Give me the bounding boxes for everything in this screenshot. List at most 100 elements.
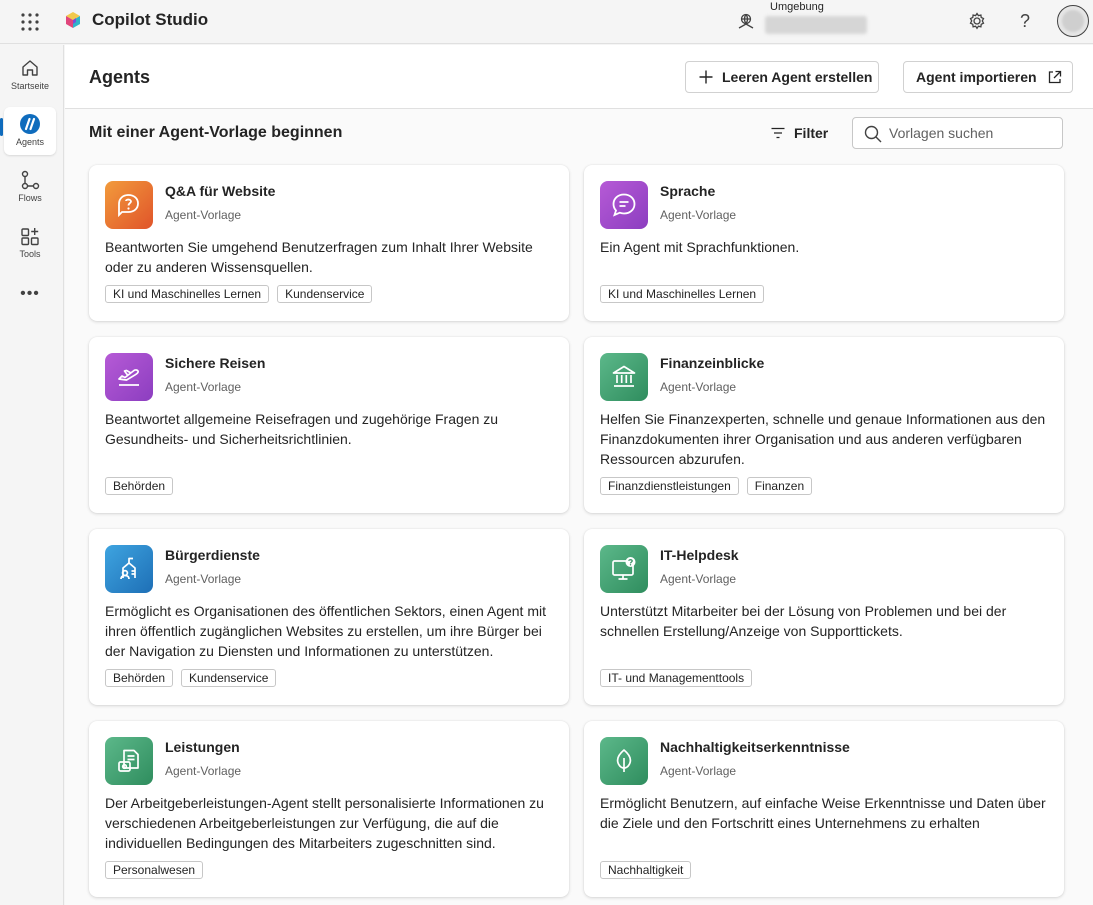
page-title: Agents: [89, 67, 151, 87]
create-empty-agent-button[interactable]: Leeren Agent erstellen: [685, 61, 879, 93]
search-icon: [864, 125, 882, 143]
filter-label: Filter: [794, 125, 829, 141]
template-search-box[interactable]: [852, 117, 1063, 149]
card-title: IT-Helpdesk: [660, 547, 739, 563]
app-launcher-icon[interactable]: [20, 12, 40, 32]
card-tags: KI und Maschinelles Lernen Kundenservice: [105, 285, 373, 303]
card-tags: Nachhaltigkeit: [600, 861, 692, 879]
rail-item-agents[interactable]: Agents: [4, 107, 56, 155]
rail-label: Flows: [18, 193, 42, 203]
rail-item-tools[interactable]: Tools: [4, 219, 56, 267]
tag: Behörden: [105, 477, 174, 495]
environment-icon[interactable]: [737, 12, 755, 30]
card-description: Ermöglicht es Organisationen des öffentl…: [105, 603, 546, 659]
monitor-help-icon: [600, 545, 648, 593]
environment-selector[interactable]: [765, 16, 867, 34]
card-title: Nachhaltigkeitserkenntnisse: [660, 739, 850, 755]
create-empty-agent-label: Leeren Agent erstellen: [722, 69, 873, 85]
tag: IT- und Managementtools: [600, 669, 753, 687]
card-description: Ermöglicht Benutzern, auf einfache Weise…: [600, 795, 1046, 831]
import-agent-label: Agent importieren: [916, 69, 1037, 85]
import-agent-button[interactable]: Agent importieren: [903, 61, 1073, 93]
tag: KI und Maschinelles Lernen: [600, 285, 765, 303]
card-subtitle: Agent-Vorlage: [165, 380, 242, 394]
card-title: Bürgerdienste: [165, 547, 260, 563]
rail-label: Startseite: [10, 81, 50, 91]
help-icon[interactable]: ?: [1014, 10, 1036, 32]
card-title: Q&A für Website: [165, 183, 276, 199]
section-title: Mit einer Agent-Vorlage beginnen: [89, 124, 343, 141]
card-description: Der Arbeitgeberleistungen-Agent stellt p…: [105, 795, 544, 851]
leaf-icon: [600, 737, 648, 785]
tag: Finanzdienstleistungen: [600, 477, 739, 495]
active-indicator: [0, 118, 3, 136]
tag: Kundenservice: [277, 285, 373, 303]
open-external-icon: [1048, 70, 1061, 83]
card-subtitle: Agent-Vorlage: [660, 208, 737, 222]
filter-button[interactable]: Filter: [770, 125, 828, 141]
card-tags: Personalwesen: [105, 861, 204, 879]
card-description: Beantworten Sie umgehend Benutzerfragen …: [105, 239, 533, 275]
card-title: Finanzeinblicke: [660, 355, 765, 371]
tag: KI und Maschinelles Lernen: [105, 285, 270, 303]
more-options-icon[interactable]: •••: [16, 285, 44, 303]
search-input[interactable]: [889, 122, 1057, 144]
user-avatar[interactable]: [1057, 5, 1089, 37]
rail-label: Tools: [19, 249, 41, 259]
card-tags: IT- und Managementtools: [600, 669, 753, 687]
airplane-icon: [105, 353, 153, 401]
card-description: Unterstützt Mitarbeiter bei der Lösung v…: [600, 603, 1007, 639]
card-title: Leistungen: [165, 739, 240, 755]
qna-chat-icon: [105, 181, 153, 229]
card-tags: Behörden: [105, 477, 174, 495]
card-subtitle: Agent-Vorlage: [165, 764, 242, 778]
settings-gear-icon[interactable]: [966, 10, 988, 32]
template-card-qna[interactable]: Q&A für Website Agent-Vorlage Beantworte…: [89, 165, 569, 321]
tag: Kundenservice: [181, 669, 277, 687]
left-navigation-rail: Startseite Agents Flows Tools •••: [0, 45, 64, 905]
home-icon: [22, 60, 38, 76]
app-title: Copilot Studio: [92, 10, 209, 29]
card-subtitle: Agent-Vorlage: [660, 572, 737, 586]
plus-icon: [699, 70, 713, 84]
card-subtitle: Agent-Vorlage: [660, 380, 737, 394]
card-title: Sichere Reisen: [165, 355, 266, 371]
card-tags: KI und Maschinelles Lernen: [600, 285, 765, 303]
template-card-sprache[interactable]: Sprache Agent-Vorlage Ein Agent mit Spra…: [584, 165, 1064, 321]
citizen-services-icon: [105, 545, 153, 593]
template-card-leistungen[interactable]: Leistungen Agent-Vorlage Der Arbeitgeber…: [89, 721, 569, 897]
rail-item-startseite[interactable]: Startseite: [4, 51, 56, 99]
card-subtitle: Agent-Vorlage: [165, 572, 242, 586]
card-description: Ein Agent mit Sprachfunktionen.: [600, 239, 800, 255]
tag: Personalwesen: [105, 861, 204, 879]
card-description: Helfen Sie Finanzexperten, schnelle und …: [600, 411, 1046, 467]
environment-label: Umgebung: [770, 1, 824, 13]
top-bar: Copilot Studio Umgebung ?: [0, 0, 1093, 44]
card-subtitle: Agent-Vorlage: [660, 764, 737, 778]
template-card-finanzeinblicke[interactable]: Finanzeinblicke Agent-Vorlage Helfen Sie…: [584, 337, 1064, 513]
card-tags: Behörden Kundenservice: [105, 669, 277, 687]
card-title: Sprache: [660, 183, 716, 199]
filter-icon: [771, 127, 785, 139]
tag: Behörden: [105, 669, 174, 687]
speech-bubble-icon: [600, 181, 648, 229]
card-subtitle: Agent-Vorlage: [165, 208, 242, 222]
rail-item-flows[interactable]: Flows: [4, 163, 56, 211]
bank-icon: [600, 353, 648, 401]
card-tags: Finanzdienstleistungen Finanzen: [600, 477, 813, 495]
page-header: Agents Leeren Agent erstellen Agent impo…: [65, 45, 1093, 109]
rail-label: Agents: [15, 137, 45, 147]
tools-icon: [21, 228, 39, 246]
template-card-buergerdienste[interactable]: Bürgerdienste Agent-Vorlage Ermöglicht e…: [89, 529, 569, 705]
agents-icon: [20, 114, 40, 134]
main-content: Agents Leeren Agent erstellen Agent impo…: [65, 45, 1093, 905]
copilot-studio-logo-icon: [66, 12, 80, 28]
benefits-document-icon: [105, 737, 153, 785]
template-card-sichere-reisen[interactable]: Sichere Reisen Agent-Vorlage Beantwortet…: [89, 337, 569, 513]
flows-icon: [21, 170, 40, 190]
template-card-nachhaltigkeit[interactable]: Nachhaltigkeitserkenntnisse Agent-Vorlag…: [584, 721, 1064, 897]
template-card-it-helpdesk[interactable]: IT-Helpdesk Agent-Vorlage Unterstützt Mi…: [584, 529, 1064, 705]
card-description: Beantwortet allgemeine Reisefragen und z…: [105, 411, 499, 447]
tag: Finanzen: [746, 477, 813, 495]
tag: Nachhaltigkeit: [600, 861, 692, 879]
